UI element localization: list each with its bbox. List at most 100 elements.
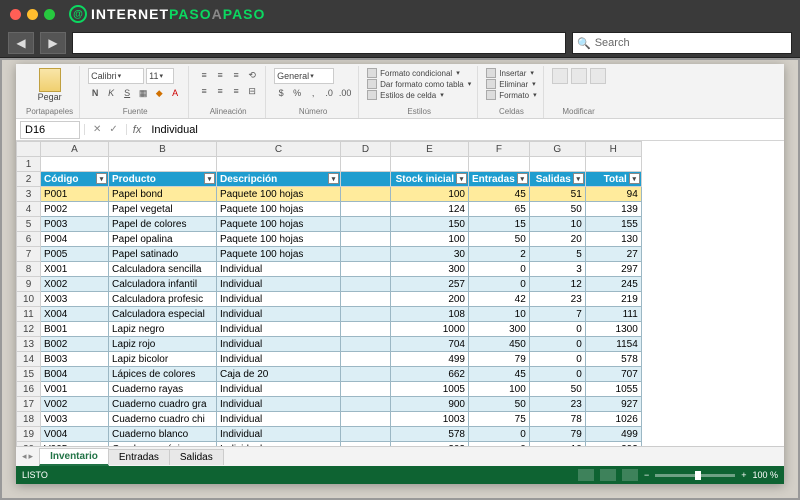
currency-button[interactable]: $ [274, 86, 288, 100]
cell[interactable]: Cuaderno cuadro gra [109, 397, 217, 412]
cell[interactable]: Individual [217, 382, 341, 397]
cell[interactable]: 27 [585, 247, 641, 262]
cell[interactable]: 100 [469, 382, 530, 397]
cell[interactable]: 42 [469, 292, 530, 307]
forward-button[interactable]: ▶ [40, 32, 66, 54]
cell[interactable]: Lapiz negro [109, 322, 217, 337]
cell[interactable]: 30 [391, 247, 469, 262]
cell[interactable] [529, 157, 585, 172]
cell[interactable]: Papel vegetal [109, 202, 217, 217]
filter-button[interactable]: ▾ [204, 173, 215, 184]
cell[interactable]: 257 [391, 277, 469, 292]
cell[interactable] [585, 157, 641, 172]
row-header[interactable]: 20 [17, 442, 41, 447]
zoom-thumb[interactable] [695, 471, 701, 480]
cell[interactable]: Lapiz rojo [109, 337, 217, 352]
search-input[interactable]: 🔍 Search [572, 32, 792, 54]
cell[interactable]: Paquete 100 hojas [217, 202, 341, 217]
cell[interactable] [341, 322, 391, 337]
cell[interactable]: 450 [469, 337, 530, 352]
align-bottom-button[interactable]: ≡ [229, 68, 243, 82]
cell[interactable] [341, 427, 391, 442]
tab-first-button[interactable]: ◂ [22, 451, 27, 462]
cell[interactable] [341, 367, 391, 382]
row-header[interactable]: 12 [17, 322, 41, 337]
sheet-tab-active[interactable]: Inventario [39, 448, 109, 466]
filter-button[interactable]: ▾ [517, 173, 528, 184]
cell[interactable]: P003 [41, 217, 109, 232]
cell[interactable]: 302 [391, 442, 469, 447]
sheet-tab-salidas[interactable]: Salidas [169, 449, 224, 465]
autosum-button[interactable] [552, 68, 568, 84]
align-top-button[interactable]: ≡ [197, 68, 211, 82]
cell[interactable]: 578 [585, 352, 641, 367]
table-column-header[interactable]: Código▾ [41, 172, 109, 187]
cell[interactable] [341, 382, 391, 397]
cell[interactable]: 0 [469, 427, 530, 442]
cell[interactable]: 1003 [391, 412, 469, 427]
row-header[interactable]: 19 [17, 427, 41, 442]
cell[interactable]: 707 [585, 367, 641, 382]
cell[interactable]: 499 [585, 427, 641, 442]
row-header[interactable]: 6 [17, 232, 41, 247]
cell[interactable] [341, 292, 391, 307]
cell[interactable]: P005 [41, 247, 109, 262]
cancel-formula-button[interactable]: ✕ [91, 124, 103, 135]
align-right-button[interactable]: ≡ [229, 84, 243, 98]
table-column-header[interactable]: Salidas▾ [529, 172, 585, 187]
decrease-decimal-button[interactable]: .00 [338, 86, 352, 100]
cell[interactable]: 2 [469, 247, 530, 262]
cell[interactable] [341, 262, 391, 277]
cell[interactable]: Individual [217, 352, 341, 367]
cell[interactable]: V001 [41, 382, 109, 397]
orientation-button[interactable]: ⟲ [245, 68, 259, 82]
column-header[interactable]: A [41, 142, 109, 157]
cell[interactable] [391, 157, 469, 172]
cell[interactable] [341, 202, 391, 217]
cell[interactable]: Calculadora infantil [109, 277, 217, 292]
merge-button[interactable]: ⊟ [245, 84, 259, 98]
cell[interactable] [217, 157, 341, 172]
cell[interactable]: V004 [41, 427, 109, 442]
cell[interactable]: 499 [391, 352, 469, 367]
cell[interactable]: X003 [41, 292, 109, 307]
select-all-corner[interactable] [17, 142, 41, 157]
font-name-select[interactable]: Calibri▾ [88, 68, 144, 84]
cell[interactable]: 124 [391, 202, 469, 217]
cell[interactable]: 7 [529, 307, 585, 322]
cell[interactable]: 292 [585, 442, 641, 447]
cell[interactable]: Individual [217, 427, 341, 442]
column-header[interactable]: G [529, 142, 585, 157]
cell[interactable] [341, 352, 391, 367]
cell[interactable] [341, 157, 391, 172]
cell[interactable]: P002 [41, 202, 109, 217]
cell[interactable]: Individual [217, 412, 341, 427]
cell[interactable]: Cuaderno blanco [109, 427, 217, 442]
cell[interactable]: Calculadora especial [109, 307, 217, 322]
filter-button[interactable]: ▾ [96, 173, 107, 184]
row-header[interactable]: 15 [17, 367, 41, 382]
cell[interactable] [341, 442, 391, 447]
table-column-header[interactable]: Total▾ [585, 172, 641, 187]
cell[interactable]: 1300 [585, 322, 641, 337]
cell[interactable]: 50 [469, 397, 530, 412]
cell[interactable]: 0 [469, 262, 530, 277]
column-header[interactable]: C [217, 142, 341, 157]
cell[interactable]: 23 [529, 292, 585, 307]
cell[interactable]: 50 [529, 382, 585, 397]
cell[interactable]: 0 [469, 277, 530, 292]
row-header[interactable]: 3 [17, 187, 41, 202]
cell[interactable]: 0 [529, 337, 585, 352]
row-header[interactable]: 18 [17, 412, 41, 427]
find-select-button[interactable] [590, 68, 606, 84]
cell[interactable]: 0 [529, 352, 585, 367]
cell[interactable]: 3 [529, 262, 585, 277]
row-header[interactable]: 16 [17, 382, 41, 397]
url-input[interactable] [72, 32, 566, 54]
font-size-select[interactable]: 11▾ [146, 68, 174, 84]
cell[interactable]: X001 [41, 262, 109, 277]
cell[interactable]: 12 [529, 277, 585, 292]
comma-button[interactable]: , [306, 86, 320, 100]
cell[interactable]: Calculadora profesic [109, 292, 217, 307]
cell[interactable]: Calculadora sencilla [109, 262, 217, 277]
